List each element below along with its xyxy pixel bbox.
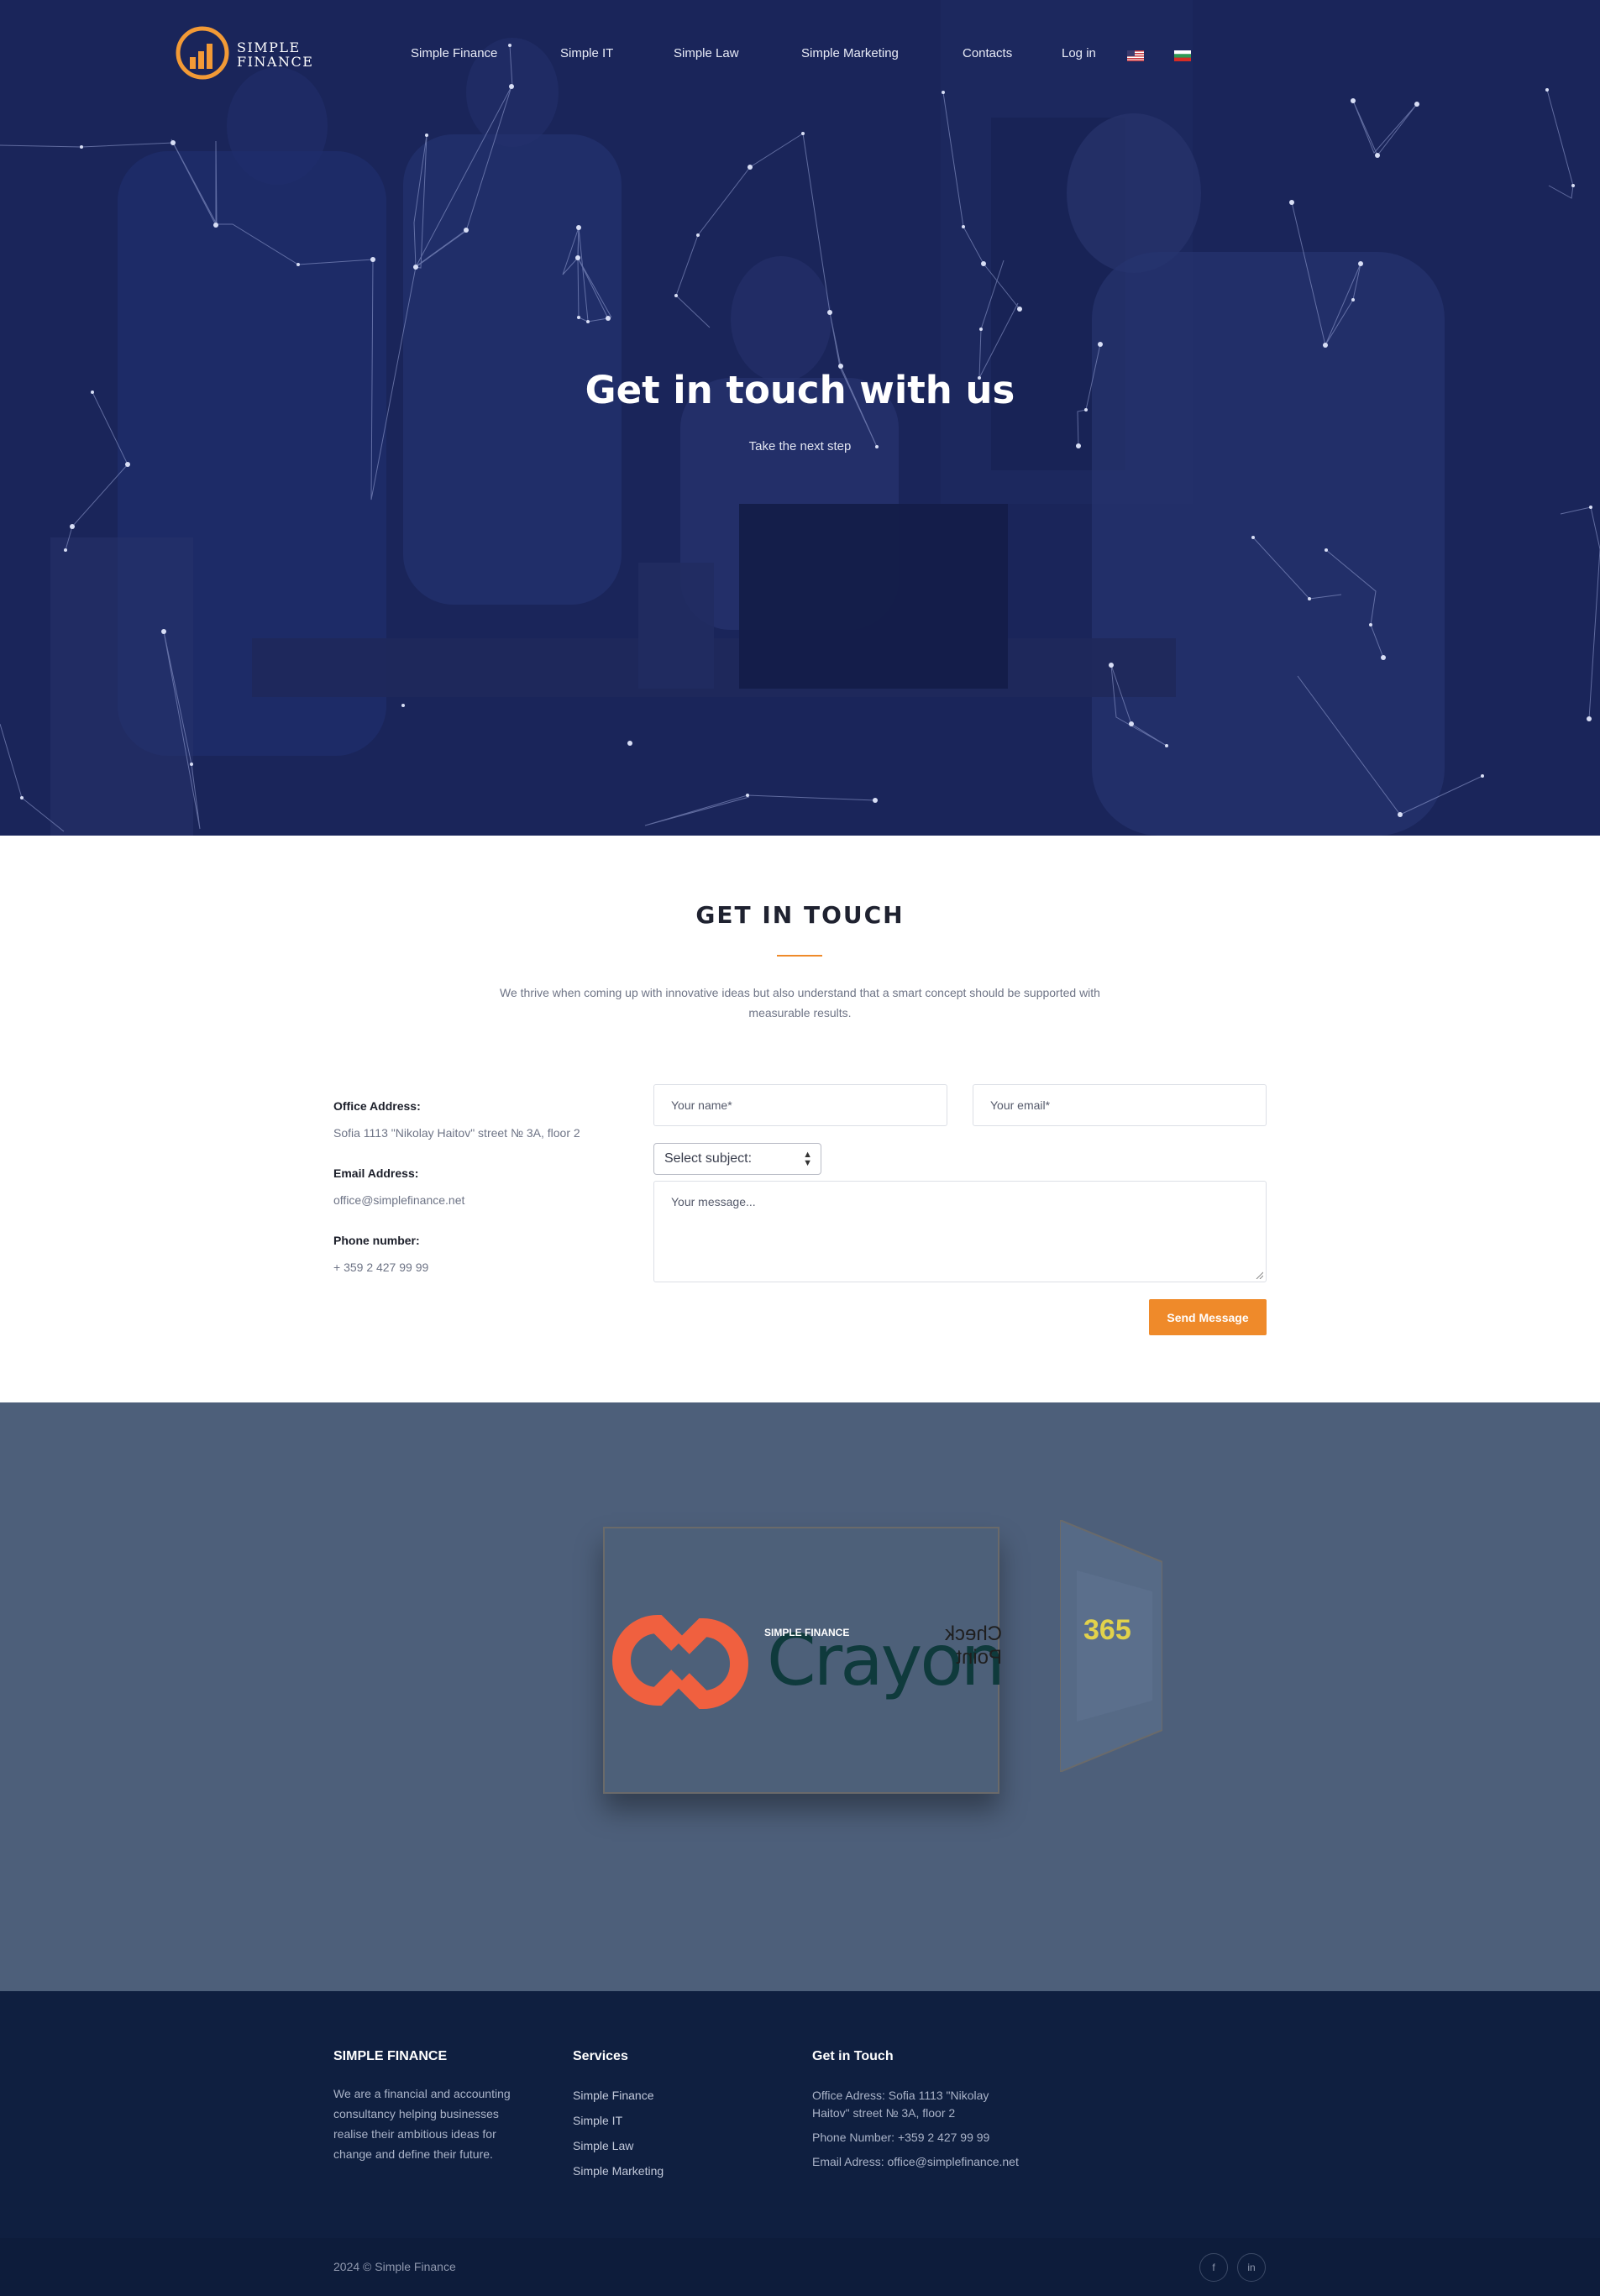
- email-input[interactable]: [973, 1084, 1267, 1126]
- partners-carousel: Crayon SIMPLE FINANCE Check Point 365: [0, 1402, 1600, 1991]
- checkpoint-logo: Check Point: [945, 1622, 1003, 1669]
- partner-slide-main[interactable]: Crayon SIMPLE FINANCE Check Point: [603, 1527, 1005, 1794]
- nav-contacts[interactable]: Contacts: [963, 46, 1012, 60]
- partner-slide-side[interactable]: [1060, 1520, 1162, 1772]
- subject-select-value: Select subject:: [664, 1151, 753, 1166]
- contact-section: GET IN TOUCH We thrive when coming up wi…: [0, 836, 1600, 1402]
- en-flag-icon[interactable]: [1127, 50, 1144, 61]
- footer: SIMPLE FINANCE We are a financial and ac…: [0, 1991, 1600, 2238]
- nav-simple-law[interactable]: Simple Law: [674, 46, 739, 60]
- phone-number-value[interactable]: + 359 2 427 99 99: [333, 1261, 428, 1274]
- bar-chart-logo-icon: [176, 26, 229, 80]
- section-intro: We thrive when coming up with innovative…: [500, 986, 1100, 1020]
- hero-subtitle: Take the next step: [748, 439, 852, 453]
- hero-title: Get in touch with us: [585, 368, 1015, 412]
- email-address-label: Email Address:: [333, 1166, 419, 1180]
- footer-link-simple-law[interactable]: Simple Law: [573, 2139, 633, 2152]
- site-logo[interactable]: SIMPLE FINANCE: [175, 25, 317, 84]
- message-textarea[interactable]: Your message...: [653, 1181, 1267, 1282]
- footer-email: Email Adress: office@simplefinance.net: [812, 2155, 1019, 2168]
- logo-wordmark: SIMPLE FINANCE: [237, 40, 313, 69]
- footer-phone: Phone Number: +359 2 427 99 99: [812, 2131, 990, 2144]
- hero-section: SIMPLE FINANCE Simple Finance Simple IT …: [0, 0, 1600, 836]
- nav-simple-marketing[interactable]: Simple Marketing: [801, 46, 899, 60]
- email-address-value[interactable]: office@simplefinance.net: [333, 1193, 464, 1207]
- logo-line-2: FINANCE: [237, 54, 314, 70]
- office-address-label: Office Address:: [333, 1099, 421, 1113]
- nav-log-in[interactable]: Log in: [1062, 46, 1096, 60]
- footer-link-simple-finance[interactable]: Simple Finance: [573, 2089, 654, 2102]
- facebook-icon[interactable]: f: [1199, 2253, 1228, 2282]
- nav-simple-it[interactable]: Simple IT: [560, 46, 613, 60]
- footer-services-title: Services: [573, 2049, 628, 2063]
- simple-finance-mini-logo: SIMPLE FINANCE: [764, 1627, 850, 1638]
- footer-about-text: We are a financial and accounting consul…: [333, 2087, 511, 2161]
- nav-simple-finance[interactable]: Simple Finance: [411, 46, 497, 60]
- logo-line-1: SIMPLE: [237, 39, 301, 55]
- footer-link-simple-it[interactable]: Simple IT: [573, 2114, 622, 2127]
- 365-logo: 365: [1083, 1614, 1131, 1646]
- footer-office-address: Office Adress: Sofia 1113 "Nikolay Haito…: [812, 2089, 989, 2120]
- footer-link-simple-marketing[interactable]: Simple Marketing: [573, 2164, 664, 2178]
- subject-select[interactable]: Select subject: ▲ ▼: [653, 1143, 821, 1175]
- linkedin-icon[interactable]: in: [1237, 2253, 1266, 2282]
- footer-touch-title: Get in Touch: [812, 2049, 894, 2063]
- message-placeholder: Your message...: [671, 1195, 756, 1208]
- constellation-network: [0, 44, 1600, 832]
- footer-about-title: SIMPLE FINANCE: [333, 2049, 448, 2063]
- bg-flag-icon[interactable]: [1174, 50, 1191, 61]
- section-title: GET IN TOUCH: [695, 901, 905, 929]
- resize-grip-icon[interactable]: [1255, 1271, 1263, 1279]
- copyright-text: 2024 © Simple Finance: [333, 2260, 456, 2273]
- footer-bottom-bar: 2024 © Simple Finance f in: [0, 2238, 1600, 2296]
- office-address-value: Sofia 1113 "Nikolay Haitov" street № 3A,…: [333, 1126, 580, 1140]
- title-divider: [777, 955, 822, 957]
- phone-number-label: Phone number:: [333, 1234, 420, 1247]
- select-arrows-icon: ▲ ▼: [803, 1150, 812, 1168]
- send-message-button[interactable]: Send Message: [1149, 1299, 1267, 1335]
- crayon-logo-icon: [612, 1614, 748, 1710]
- top-navigation: SIMPLE FINANCE Simple Finance Simple IT …: [0, 0, 1600, 109]
- name-input[interactable]: [653, 1084, 947, 1126]
